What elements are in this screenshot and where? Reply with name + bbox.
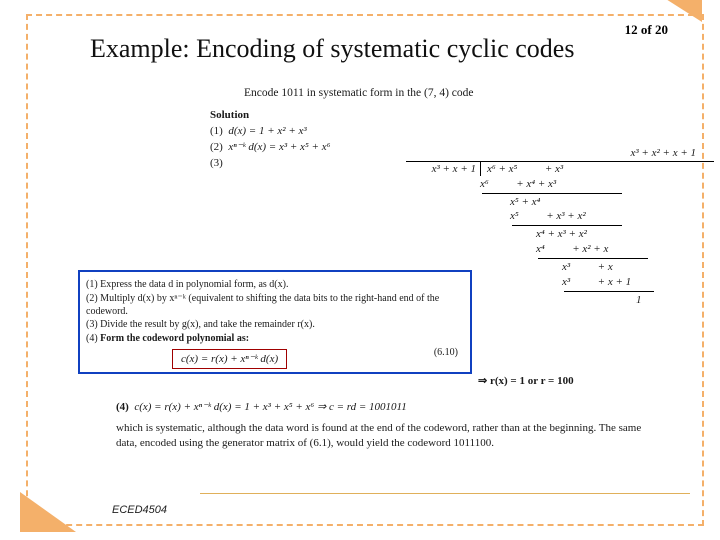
div-step-rem3: x³ + x — [562, 261, 613, 273]
div-step-rem2: x⁴ + x³ + x² — [536, 228, 587, 240]
result-description: which is systematic, although the data w… — [116, 421, 664, 451]
step2-text: Multiply d(x) by xⁿ⁻ᵏ (equivalent to shi… — [86, 293, 439, 317]
div-step-sub2: x⁵ + x³ + x² — [510, 210, 586, 222]
step-row-3: (3) Divide the result by g(x), and take … — [86, 319, 464, 332]
div-final-rem: 1 — [636, 294, 642, 306]
corner-decoration-top-right — [658, 0, 702, 22]
result-label: (4) — [116, 401, 129, 413]
div-step-sub4: x³ + x + 1 — [562, 276, 631, 288]
solution-line-1: (1) d(x) = 1 + x² + x³ — [210, 124, 720, 139]
result-equation-row: (4) c(x) = r(x) + xⁿ⁻ᵏ d(x) = 1 + x³ + x… — [116, 400, 664, 415]
page-indicator: 12 of 20 — [625, 22, 668, 38]
step1-label: (1) — [86, 279, 98, 290]
bottom-accent-line — [200, 493, 690, 494]
equation-ref: (6.10) — [434, 347, 458, 360]
content-area: Encode 1011 in systematic form in the (7… — [60, 80, 690, 498]
step-row-2: (2) Multiply d(x) by xⁿ⁻ᵏ (equivalent to… — [86, 293, 464, 319]
rule — [512, 225, 622, 226]
step3-text: Divide the result by g(x), and take the … — [100, 319, 315, 330]
task-statement: Encode 1011 in systematic form in the (7… — [244, 86, 474, 102]
dividend: x⁶ + x⁵ + x³ — [487, 163, 563, 175]
codeword-formula: c(x) = r(x) + xⁿ⁻ᵏ d(x) — [172, 349, 287, 369]
rule — [564, 291, 654, 292]
divisor: x³ + x + 1 — [432, 163, 476, 175]
result-expression: c(x) = r(x) + xⁿ⁻ᵏ d(x) = 1 + x³ + x⁵ + … — [134, 401, 406, 413]
course-code: ECED4504 — [112, 504, 167, 516]
step1-text: Express the data d in polynomial form, a… — [100, 279, 288, 290]
sol-line2-label: (2) — [210, 141, 223, 153]
step3-label: (3) — [86, 319, 98, 330]
quotient: x³ + x² + x + 1 — [630, 146, 696, 161]
formula-row: c(x) = r(x) + xⁿ⁻ᵏ d(x) (6.10) — [86, 347, 464, 369]
rule — [482, 193, 622, 194]
slide-title: Example: Encoding of systematic cyclic c… — [90, 34, 670, 64]
result-block: (4) c(x) = r(x) + xⁿ⁻ᵏ d(x) = 1 + x³ + x… — [116, 400, 664, 451]
div-step-rem1: x⁵ + x⁴ — [510, 196, 540, 208]
corner-decoration-bottom-left — [20, 492, 76, 532]
step4-text: Form the codeword polynomial as: — [100, 333, 249, 344]
sol-line3-label: (3) — [210, 157, 223, 169]
sol-line1-label: (1) — [210, 125, 223, 137]
step2-label: (2) — [86, 293, 98, 304]
sol-line1-expr: d(x) = 1 + x² + x³ — [228, 125, 306, 137]
rule — [538, 258, 648, 259]
sol-line2-expr: xⁿ⁻ᵏ d(x) = x³ + x⁵ + x⁶ — [228, 141, 330, 153]
remainder-result: ⇒ r(x) = 1 or r = 100 — [478, 374, 574, 389]
div-step-sub1: x⁶ + x⁴ + x³ — [480, 178, 556, 190]
step-row-4: (4) Form the codeword polynomial as: — [86, 333, 464, 346]
procedure-steps-box: (1) Express the data d in polynomial for… — [78, 270, 472, 374]
div-step-sub3: x⁴ + x² + x — [536, 243, 608, 255]
solution-header: Solution — [210, 108, 720, 123]
step4-label: (4) — [86, 333, 98, 344]
step-row-1: (1) Express the data d in polynomial for… — [86, 279, 464, 292]
